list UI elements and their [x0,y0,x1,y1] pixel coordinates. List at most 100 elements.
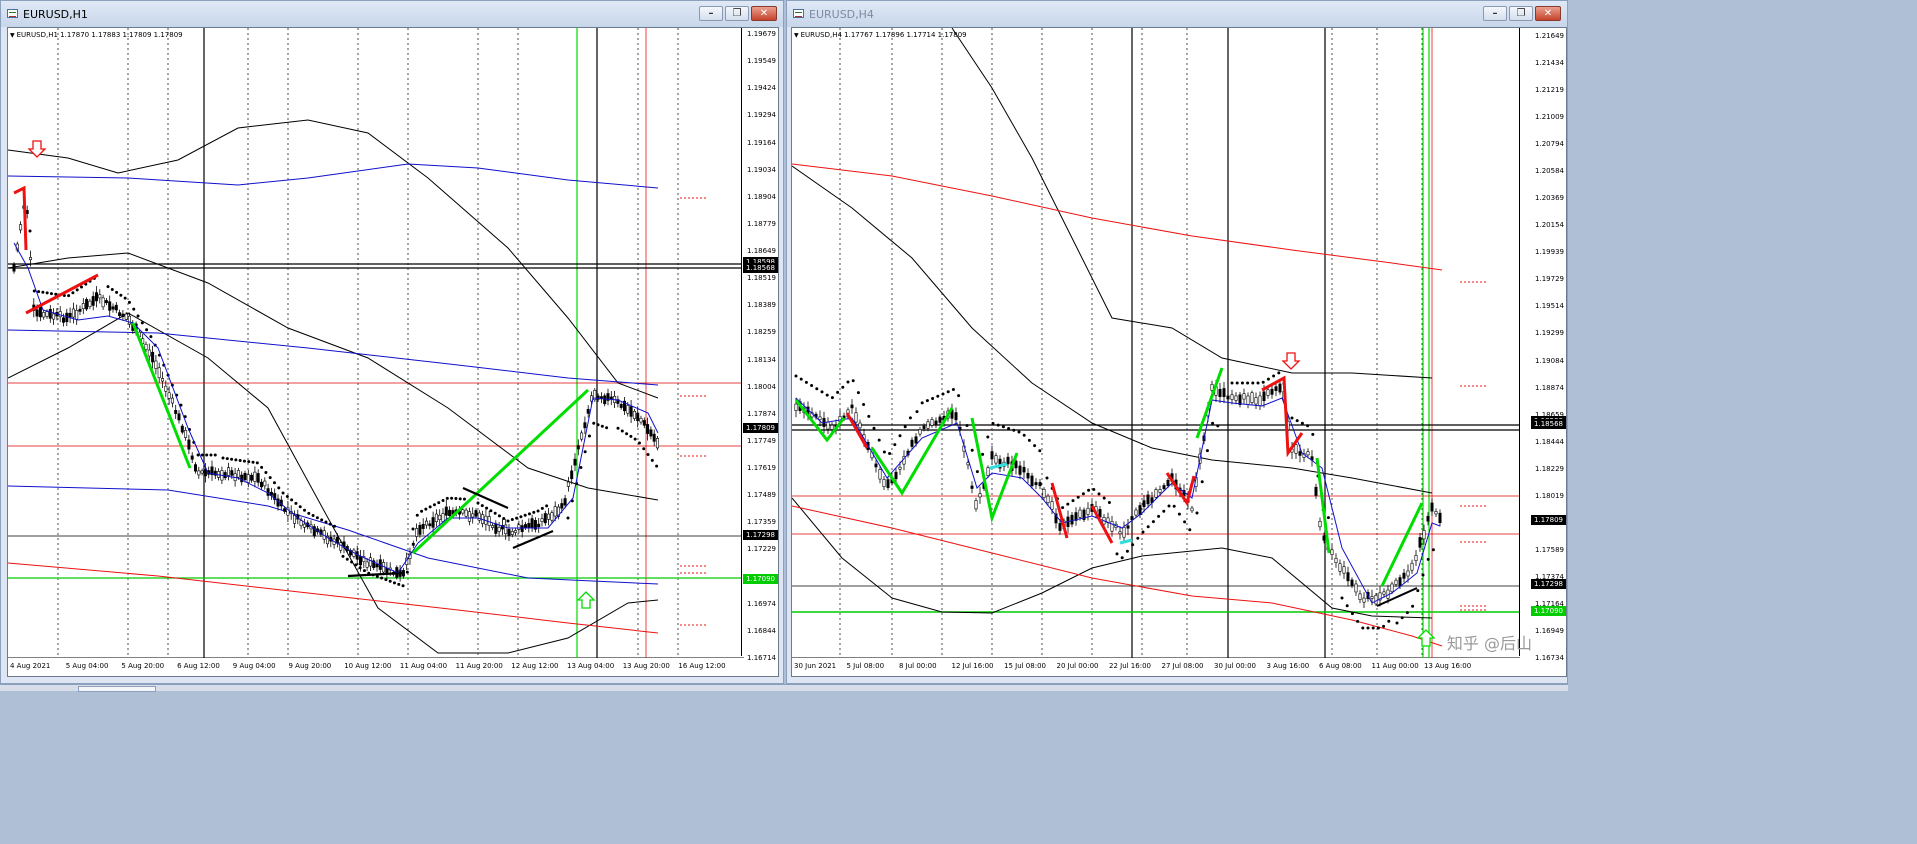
sar-dot [242,459,246,463]
time-tick-label: 3 Aug 16:00 [1266,662,1310,670]
candle-body [560,503,564,509]
price-chart-h1[interactable]: ▼ EURUSD,H1 1.17870 1.17883 1.17809 1.178… [7,27,779,677]
price-tick-label: 1.17619 [747,464,776,473]
candle-body [428,523,432,527]
sar-dot [110,288,114,292]
candle-body [35,309,39,317]
price-tick-label: 1.21434 [1535,59,1564,68]
chart-window-eurusd-h1[interactable]: EURUSD,H1 – ❐ ✕ ▼ EURUSD,H1 1.17870 1.178… [0,0,784,684]
price-tick-label: 1.19164 [747,138,776,147]
price-marker-label: 1.17090 [1531,605,1566,616]
sar-dot [975,470,979,474]
price-tick-label: 1.19514 [1535,302,1564,311]
candle-body [632,410,636,419]
sar-dot [1061,506,1065,510]
chart-plot-area[interactable] [792,28,1520,658]
candle-body [1278,383,1282,393]
watermark: 知乎 @后山 [1446,634,1532,653]
price-axis[interactable]: 1.21649 1.21434 1.21219 1.21009 1.20794 1.205… [1519,28,1566,662]
taskbar-strip [0,684,1568,691]
candle-body [200,470,204,474]
candle-body [28,257,32,261]
minimize-button[interactable]: – [699,6,723,21]
price-chart-h4[interactable]: ▼ EURUSD,H4 1.17767 1.17896 1.17714 1.178… [791,27,1567,677]
candle-body [108,301,112,311]
candle-body [636,412,640,422]
candle-body [1126,525,1130,529]
sar-dot [1387,619,1391,623]
minimize-button[interactable]: – [1483,6,1507,21]
sar-dot [629,434,633,438]
price-axis[interactable]: 1.19679 1.19549 1.19424 1.19294 1.19164 1.190… [741,28,778,662]
price-tick-label: 1.16974 [747,599,776,608]
sar-dot [127,300,131,304]
candle-body [52,313,56,320]
price-tick-label: 1.19549 [747,57,776,66]
window-titlebar[interactable]: EURUSD,H4 – ❐ ✕ [787,1,1567,27]
sar-dot [1290,416,1294,420]
time-axis[interactable]: 4 Aug 2021 5 Aug 04:00 5 Aug 20:00 6 Aug 12… [8,656,744,676]
candle-body [553,506,557,517]
close-button[interactable]: ✕ [751,6,777,21]
time-tick-label: 22 Jul 16:00 [1109,662,1151,670]
time-tick-label: 11 Aug 00:00 [1371,662,1419,670]
sar-dot [251,460,255,464]
price-tick-label: 1.18779 [747,219,776,228]
candle-body [180,425,184,433]
zigzag-cyan-segment [1119,538,1133,545]
sar-dot [1300,421,1304,425]
candle-body [994,455,998,464]
sar-dot [646,453,650,457]
triangle-down-icon[interactable]: ▼ [794,32,799,39]
candle-body [1354,583,1358,593]
sar-dot [119,293,123,297]
candle-body [1362,597,1366,603]
sar-dot [497,514,501,518]
sar-dot [633,437,637,441]
candle-body [934,420,938,425]
slow-ma-blue-lower [8,485,659,585]
candle-body [1422,530,1426,540]
time-axis[interactable]: 30 Jun 2021 5 Jul 08:00 8 Jul 00:00 12 Jul … [792,656,1520,676]
sar-dot [75,288,79,292]
chart-plot-area[interactable] [8,28,744,658]
taskbar-button[interactable] [78,686,156,692]
candle-body [164,385,168,392]
sar-dot [1066,502,1070,506]
restore-button[interactable]: ❐ [725,6,749,21]
candle-body [441,513,445,522]
sar-dot [804,380,808,384]
ohlc-header: EURUSD,H1 1.17870 1.17883 1.17809 1.1780… [16,31,183,39]
candle-body [1226,395,1230,400]
sar-dot [1045,476,1049,480]
candle-body [1298,451,1302,456]
sar-dot [1256,381,1260,385]
close-button[interactable]: ✕ [1535,6,1561,21]
chart-window-eurusd-h4[interactable]: EURUSD,H4 – ❐ ✕ ▼ EURUSD,H4 1.17767 1.178… [786,0,1568,684]
ohlc-header: EURUSD,H4 1.17767 1.17896 1.17714 1.1780… [800,31,967,39]
candle-body [986,467,990,476]
candle-body [1274,386,1278,391]
triangle-down-icon[interactable]: ▼ [10,32,15,39]
sar-dot [392,581,396,585]
zigzag-black-segment [512,529,554,550]
price-tick-label: 1.21219 [1535,86,1564,95]
sar-dot [540,506,544,510]
time-tick-label: 9 Aug 20:00 [288,662,332,670]
candle-body [243,472,247,481]
candle-body [438,515,442,521]
candle-body [626,405,630,414]
candle-body [1166,479,1170,487]
candle-body [510,531,514,535]
sar-dot [1426,557,1430,561]
candle-body [1242,393,1246,400]
sar-dot [480,504,484,508]
restore-button[interactable]: ❐ [1509,6,1533,21]
candle-body [970,485,974,489]
sar-dot [506,519,510,523]
candle-body [1042,488,1046,498]
sar-dot [1177,512,1181,516]
sar-dot [1012,428,1016,432]
window-titlebar[interactable]: EURUSD,H1 – ❐ ✕ [1,1,783,27]
candle-body [507,529,511,536]
